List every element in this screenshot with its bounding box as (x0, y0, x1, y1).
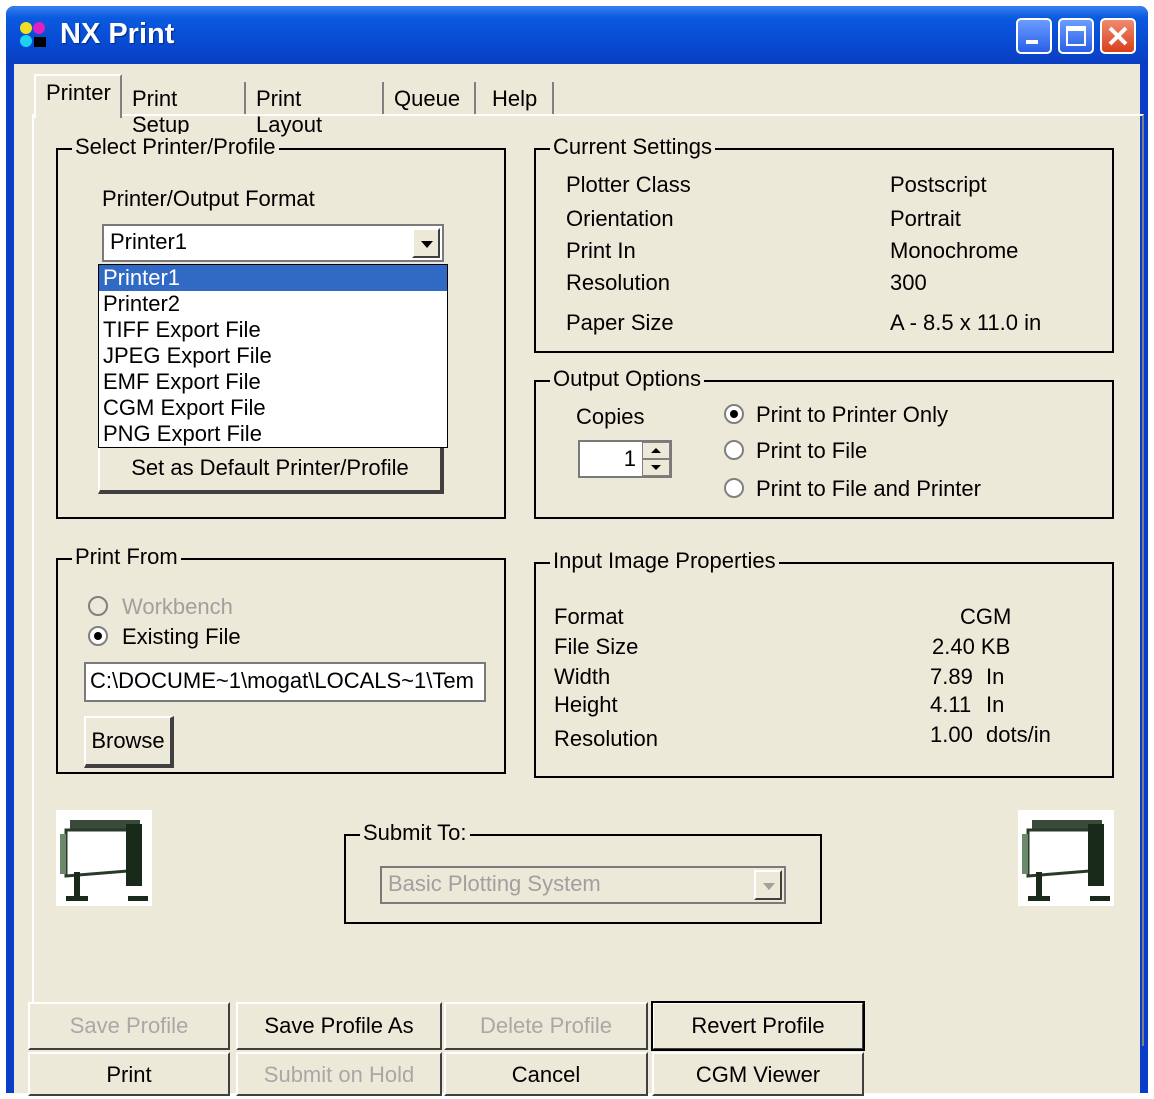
title-bar[interactable]: NX Print (6, 6, 1148, 64)
plotter-icon (56, 810, 152, 906)
minimize-button[interactable] (1016, 18, 1052, 54)
input-image-legend: Input Image Properties (550, 548, 779, 574)
dropdown-option-tiff[interactable]: TIFF Export File (99, 317, 447, 343)
nx-app-icon (20, 22, 46, 47)
print-from-legend: Print From (72, 544, 181, 570)
spin-down-icon (651, 465, 661, 470)
image-value-file-size: 2.40 KB (932, 634, 1011, 659)
tab-print-layout[interactable]: Print Layout (246, 82, 384, 137)
chevron-down-icon[interactable] (412, 228, 440, 258)
print-button[interactable]: Print (28, 1052, 230, 1096)
cancel-button[interactable]: Cancel (444, 1052, 648, 1096)
tab-printer[interactable]: Printer (34, 74, 122, 118)
select-printer-legend: Select Printer/Profile (72, 134, 279, 160)
radio-print-to-printer[interactable] (724, 404, 744, 424)
plotter-icon (1018, 810, 1114, 906)
submit-to-legend: Submit To: (360, 820, 470, 846)
browse-button[interactable]: Browse (84, 716, 174, 768)
submit-on-hold-button[interactable]: Submit on Hold (236, 1052, 442, 1096)
setting-label-print-in: Print In (566, 238, 636, 263)
close-button[interactable] (1100, 18, 1136, 54)
copies-down-button[interactable] (642, 459, 670, 476)
radio-print-to-file-label[interactable]: Print to File (756, 438, 867, 464)
setting-label-paper-size: Paper Size (566, 310, 674, 335)
radio-print-to-file-and-printer[interactable] (724, 478, 744, 498)
radio-print-to-file-and-printer-label[interactable]: Print to File and Printer (756, 476, 981, 502)
current-settings-legend: Current Settings (550, 134, 715, 160)
maximize-icon (1066, 26, 1086, 46)
radio-print-to-file[interactable] (724, 440, 744, 460)
setting-label-resolution: Resolution (566, 270, 670, 295)
image-value-width: 7.89 (930, 664, 973, 689)
image-label-height: Height (554, 692, 618, 717)
save-profile-button[interactable]: Save Profile (28, 1002, 230, 1050)
image-value-format: CGM (960, 604, 1012, 629)
radio-print-to-printer-label[interactable]: Print to Printer Only (756, 402, 948, 428)
cgm-viewer-button[interactable]: CGM Viewer (652, 1052, 864, 1096)
printer-format-dropdown: Printer1 Printer2 TIFF Export File JPEG … (98, 264, 448, 448)
dropdown-option-png[interactable]: PNG Export File (99, 421, 447, 447)
chevron-down-icon[interactable] (754, 870, 782, 900)
copies-up-button[interactable] (642, 442, 670, 459)
maximize-button[interactable] (1058, 18, 1094, 54)
image-unit-height: In (986, 692, 1005, 717)
setting-label-orientation: Orientation (566, 206, 674, 231)
window-title: NX Print (60, 18, 175, 50)
setting-value-resolution: 300 (890, 270, 927, 295)
setting-value-print-in: Monochrome (890, 238, 1019, 263)
set-default-printer-button[interactable]: Set as Default Printer/Profile (98, 446, 444, 494)
radio-workbench-label[interactable]: Workbench (122, 594, 233, 620)
dropdown-option-printer1[interactable]: Printer1 (99, 265, 447, 291)
image-unit-resolution: dots/in (986, 722, 1051, 747)
tab-help[interactable]: Help (476, 82, 554, 116)
file-path-value: C:\DOCUME~1\mogat\LOCALS~1\Tem (90, 668, 474, 693)
setting-label-plotter-class: Plotter Class (566, 172, 691, 197)
printer-format-value: Printer1 (110, 229, 188, 254)
image-label-width: Width (554, 664, 611, 689)
tab-queue[interactable]: Queue (384, 82, 476, 116)
dropdown-option-printer2[interactable]: Printer2 (99, 291, 447, 317)
delete-profile-button[interactable]: Delete Profile (444, 1002, 648, 1050)
save-profile-as-button[interactable]: Save Profile As (236, 1002, 442, 1050)
submit-to-combo[interactable]: Basic Plotting System (380, 866, 786, 904)
tab-help-label: Help (492, 86, 538, 111)
setting-value-orientation: Portrait (890, 206, 961, 231)
revert-profile-button[interactable]: Revert Profile (651, 1001, 865, 1051)
image-label-resolution: Resolution (554, 726, 658, 751)
close-icon (1108, 26, 1128, 46)
output-options-legend: Output Options (550, 366, 704, 392)
file-path-input[interactable]: C:\DOCUME~1\mogat\LOCALS~1\Tem (84, 662, 486, 702)
radio-existing-file-label[interactable]: Existing File (122, 624, 241, 650)
copies-label: Copies (576, 404, 645, 429)
image-value-resolution: 1.00 (930, 722, 973, 747)
tab-queue-label: Queue (394, 86, 461, 111)
printer-format-combo[interactable]: Printer1 (102, 224, 444, 262)
image-unit-width: In (986, 664, 1005, 689)
radio-workbench[interactable] (88, 596, 108, 616)
image-label-file-size: File Size (554, 634, 639, 659)
spin-up-icon (651, 448, 661, 453)
setting-value-paper-size: A - 8.5 x 11.0 in (890, 310, 1042, 335)
setting-value-plotter-class: Postscript (890, 172, 987, 197)
radio-existing-file[interactable] (88, 626, 108, 646)
minimize-icon (1026, 40, 1038, 44)
submit-to-value: Basic Plotting System (388, 871, 601, 896)
tab-print-setup[interactable]: Print Setup (122, 82, 246, 137)
printer-format-label: Printer/Output Format (102, 186, 315, 211)
dropdown-option-cgm[interactable]: CGM Export File (99, 395, 447, 421)
image-value-height: 4.11 (930, 692, 972, 717)
image-label-format: Format (554, 604, 624, 629)
tab-printer-label: Printer (46, 80, 111, 105)
dropdown-option-jpeg[interactable]: JPEG Export File (99, 343, 447, 369)
copies-value: 1 (623, 446, 636, 471)
dropdown-option-emf[interactable]: EMF Export File (99, 369, 447, 395)
